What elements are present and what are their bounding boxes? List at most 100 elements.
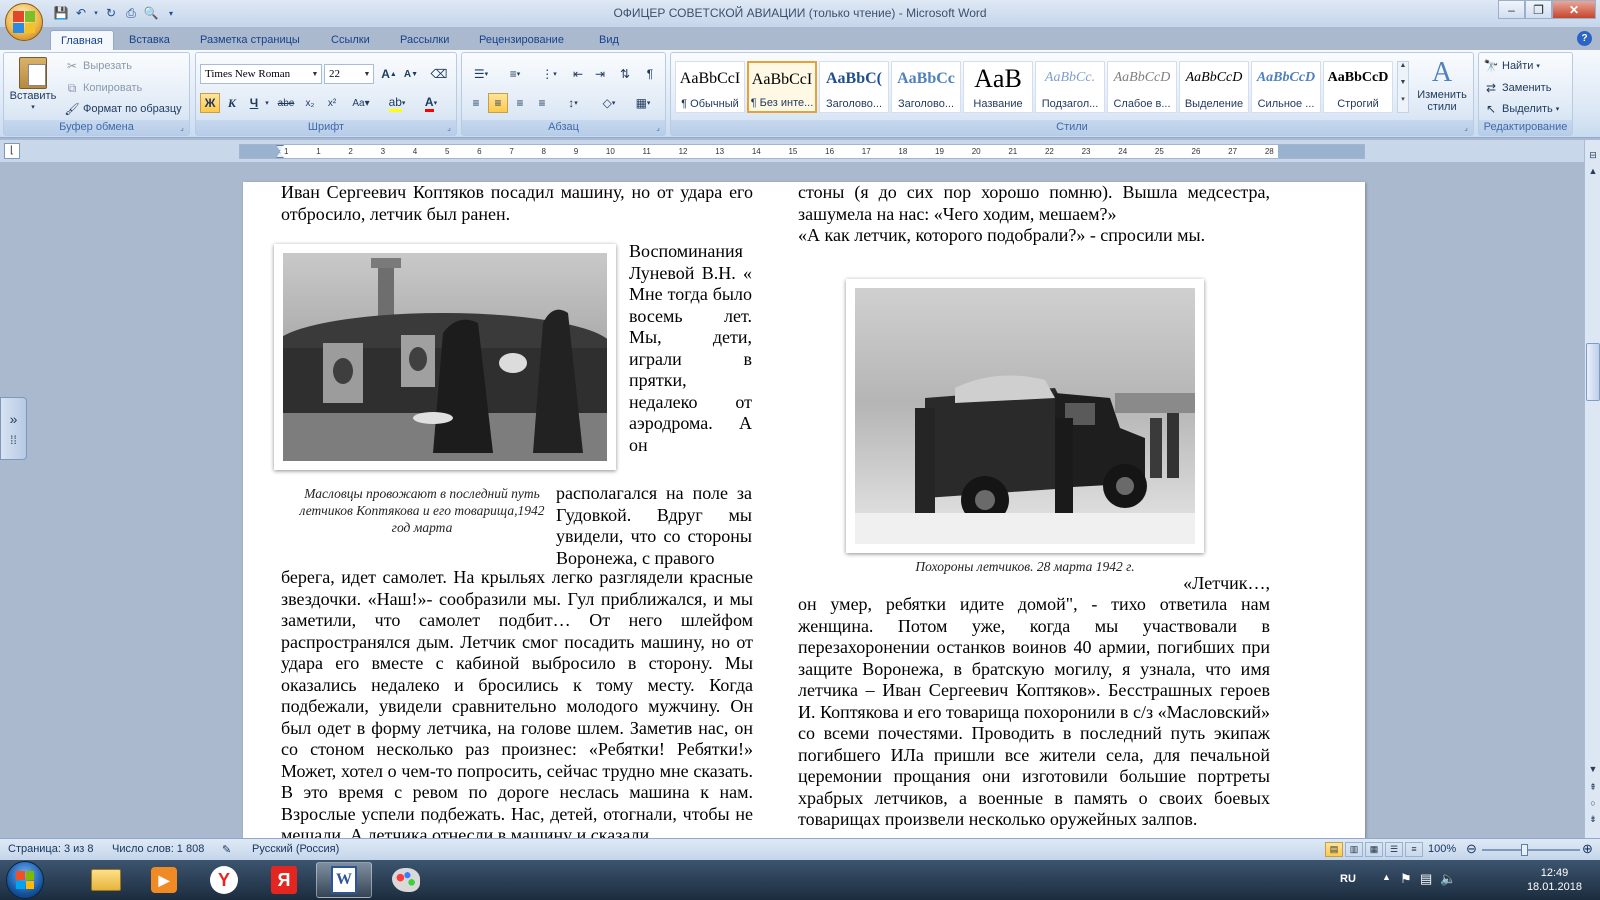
styles-gallery-scroll[interactable]: ▲ ▼ ▾ [1397, 61, 1409, 113]
superscript-button[interactable]: x² [322, 93, 342, 113]
decrease-indent-icon[interactable]: ⇤ [568, 64, 588, 84]
style-emphasis[interactable]: AaBbCcD Выделение [1179, 61, 1249, 113]
next-page-button[interactable]: ⇟ [1586, 812, 1600, 826]
justify-icon[interactable]: ≡ [532, 93, 552, 113]
tab-selector-icon[interactable]: ⌊ [4, 143, 20, 159]
zoom-out-icon[interactable]: ⊖ [1466, 841, 1477, 857]
tab-home[interactable]: Главная [50, 30, 114, 50]
office-button[interactable] [5, 3, 43, 41]
zoom-slider[interactable] [1482, 849, 1580, 851]
font-launcher-icon[interactable]: ⌟ [444, 123, 454, 133]
close-button[interactable]: ✕ [1552, 0, 1596, 19]
italic-button[interactable]: К [222, 93, 242, 113]
borders-button[interactable]: ▦ ▾ [628, 93, 658, 113]
style-subtitle[interactable]: AaBbCc. Подзагол... [1035, 61, 1105, 113]
tab-review[interactable]: Рецензирование [469, 30, 574, 50]
web-layout-view-button[interactable]: ▦ [1365, 842, 1383, 857]
subscript-button[interactable]: x₂ [300, 93, 320, 113]
paragraph-launcher-icon[interactable]: ⌟ [653, 123, 663, 133]
grow-font-button[interactable]: A ▲ [379, 64, 399, 84]
shading-button[interactable]: ◇ ▾ [594, 93, 624, 113]
scroll-down-button[interactable]: ▼ [1586, 762, 1600, 776]
language-indicator[interactable]: Русский (Россия) [252, 843, 339, 855]
sort-icon[interactable]: ⇅ [615, 64, 635, 84]
minimize-button[interactable]: – [1498, 0, 1525, 19]
shrink-font-button[interactable]: A ▼ [401, 64, 421, 84]
input-language-indicator[interactable]: RU [1340, 873, 1356, 885]
style-normal[interactable]: AaBbCcI ¶ Обычный [675, 61, 745, 113]
increase-indent-icon[interactable]: ⇥ [590, 64, 610, 84]
zoom-slider-thumb[interactable] [1521, 844, 1528, 856]
style-strong[interactable]: AaBbCcD Строгий [1323, 61, 1393, 113]
style-subtle-emphasis[interactable]: AaBbCcD Слабое в... [1107, 61, 1177, 113]
word-taskbar-button[interactable]: W [316, 862, 372, 898]
tab-references[interactable]: Ссылки [321, 30, 380, 50]
photo-funeral-truck[interactable] [846, 279, 1204, 553]
paint-taskbar-button[interactable] [378, 862, 434, 898]
clear-formatting-icon[interactable]: ⌫ [429, 64, 449, 84]
browse-object-button[interactable]: ○ [1586, 796, 1600, 810]
font-name-combo[interactable]: Times New Roman ▼ [200, 64, 322, 84]
outline-view-button[interactable]: ☰ [1385, 842, 1403, 857]
change-styles-button[interactable]: A Изменить стили [1413, 57, 1471, 113]
find-button[interactable]: 🔭 Найти ▾ [1483, 58, 1540, 74]
style-no-spacing[interactable]: AaBbCcI ¶ Без инте... [747, 61, 817, 113]
underline-button[interactable]: Ч [244, 93, 264, 113]
line-spacing-button[interactable]: ↕ ▾ [558, 93, 588, 113]
explorer-taskbar-button[interactable] [78, 862, 134, 898]
zoom-level[interactable]: 100% [1428, 843, 1456, 855]
copy-button[interactable]: ⧉ Копировать [64, 80, 143, 96]
numbering-button[interactable]: ≡ ▾ [500, 64, 530, 84]
document-page[interactable]: Иван Сергеевич Коптяков посадил машину, … [243, 182, 1365, 838]
network-icon[interactable]: ▤ [1420, 871, 1432, 887]
help-icon[interactable]: ? [1577, 31, 1592, 46]
style-heading-2[interactable]: AaBbCc Заголово... [891, 61, 961, 113]
align-center-icon[interactable]: ≡ [488, 93, 508, 113]
tab-insert[interactable]: Вставка [119, 30, 180, 50]
action-center-flag-icon[interactable]: ⚑ [1400, 871, 1412, 887]
restore-button[interactable]: ❐ [1525, 0, 1552, 19]
vertical-scrollbar[interactable]: ⊟ ▲ ▼ ⇞ ○ ⇟ [1584, 140, 1600, 838]
show-marks-icon[interactable]: ¶ [640, 64, 660, 84]
tab-page-layout[interactable]: Разметка страницы [190, 30, 310, 50]
zoom-in-icon[interactable]: ⊕ [1582, 841, 1593, 857]
multilevel-list-button[interactable]: ⋮ ▾ [534, 64, 564, 84]
print-layout-view-button[interactable]: ▤ [1325, 842, 1343, 857]
side-panel-toggle[interactable]: » ⁞⁞ [0, 397, 27, 460]
bold-button[interactable]: Ж [200, 93, 220, 113]
style-heading-1[interactable]: AaBbC( Заголово... [819, 61, 889, 113]
clock[interactable]: 12:49 18.01.2018 [1527, 866, 1582, 894]
photo-funeral-portraits[interactable] [274, 244, 616, 470]
style-title[interactable]: AaB Название [963, 61, 1033, 113]
replace-button[interactable]: ⇄ Заменить [1483, 80, 1551, 96]
page-indicator[interactable]: Страница: 3 из 8 [8, 843, 94, 855]
select-button[interactable]: ↖ Выделить ▾ [1483, 101, 1559, 117]
align-left-icon[interactable]: ≡ [466, 93, 486, 113]
styles-launcher-icon[interactable]: ⌟ [1461, 123, 1471, 133]
font-size-combo[interactable]: 22 ▼ [324, 64, 374, 84]
volume-icon[interactable]: 🔈 [1440, 871, 1456, 887]
font-color-button[interactable]: A ▾ [416, 93, 446, 113]
bullets-button[interactable]: ☰ ▾ [466, 64, 496, 84]
yandex-browser-taskbar-button[interactable]: Y [196, 862, 252, 898]
strikethrough-button[interactable]: abe [276, 93, 296, 113]
change-case-button[interactable]: Aa▾ [346, 93, 376, 113]
spellcheck-icon[interactable]: ✎ [222, 843, 231, 856]
paste-button[interactable]: Вставить ▾ [8, 57, 58, 111]
horizontal-ruler[interactable]: 1 1 2 3 4 5 6 7 8 9 10 11 12 13 14 15 16 17 18 19 20 21 22 23 24… [239, 144, 1365, 159]
prev-page-button[interactable]: ⇞ [1586, 780, 1600, 794]
tab-mailings[interactable]: Рассылки [390, 30, 459, 50]
format-painter-button[interactable]: 🖌 Формат по образцу [64, 101, 181, 117]
scroll-thumb[interactable] [1586, 343, 1600, 401]
word-count[interactable]: Число слов: 1 808 [112, 843, 204, 855]
yandex-taskbar-button[interactable]: Я [256, 862, 312, 898]
tab-view[interactable]: Вид [589, 30, 629, 50]
scroll-up-button[interactable]: ▲ [1586, 164, 1600, 178]
full-screen-view-button[interactable]: ▥ [1345, 842, 1363, 857]
media-player-taskbar-button[interactable]: ▶ [136, 862, 192, 898]
underline-dropdown-icon[interactable]: ▾ [262, 93, 272, 113]
align-right-icon[interactable]: ≡ [510, 93, 530, 113]
cut-button[interactable]: ✂ Вырезать [64, 58, 132, 74]
style-intense-emphasis[interactable]: AaBbCcD Сильное ... [1251, 61, 1321, 113]
highlight-button[interactable]: ab ▾ [382, 93, 412, 113]
